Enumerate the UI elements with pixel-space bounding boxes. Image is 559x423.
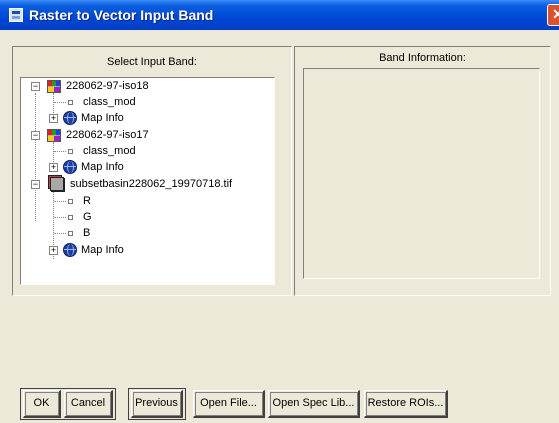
tree-line <box>35 93 37 221</box>
tree-node-label: Map Info <box>81 161 124 173</box>
tree-node-label: Map Info <box>81 112 124 124</box>
tree-line <box>53 93 55 115</box>
multiband-image-icon <box>47 80 61 93</box>
tree-line <box>54 233 66 235</box>
tree-line <box>53 142 55 164</box>
expand-icon[interactable]: + <box>49 246 58 255</box>
tree-node-label: class_mod <box>83 145 136 157</box>
title-bar[interactable]: Raster to Vector Input Band ✕ <box>0 0 559 30</box>
tree-node-label: G <box>83 211 92 223</box>
tree-node-label: R <box>83 195 91 207</box>
tree-line <box>54 201 66 203</box>
collapse-icon[interactable]: − <box>31 82 40 91</box>
open-file-button[interactable]: Open File... <box>193 390 265 418</box>
band-icon <box>68 199 73 204</box>
band-icon <box>68 231 73 236</box>
raster-stack-icon <box>48 175 65 192</box>
expand-icon[interactable]: + <box>49 163 58 172</box>
tree-node-label: 228062-97-iso18 <box>66 80 149 92</box>
band-information-area <box>303 68 540 279</box>
tree-line <box>54 102 66 104</box>
collapse-icon[interactable]: − <box>31 180 40 189</box>
band-information-label: Band Information: <box>379 52 466 64</box>
band-tree[interactable]: − 228062-97-iso18 class_mod + Map Info −… <box>20 77 275 285</box>
globe-icon <box>63 243 77 257</box>
tree-line <box>54 217 66 219</box>
band-icon <box>68 149 73 154</box>
app-icon <box>9 8 23 22</box>
globe-icon <box>63 111 77 125</box>
tree-node-label: Map Info <box>81 244 124 256</box>
open-spec-lib-button[interactable]: Open Spec Lib... <box>268 390 360 418</box>
previous-button[interactable]: Previous <box>131 390 183 418</box>
band-information-panel: Band Information: <box>294 46 551 296</box>
dialog-window: Raster to Vector Input Band ✕ Select Inp… <box>0 0 559 423</box>
expand-icon[interactable]: + <box>49 114 58 123</box>
tree-node-label: class_mod <box>83 96 136 108</box>
close-icon: ✕ <box>552 6 559 22</box>
band-icon <box>68 100 73 105</box>
close-button[interactable]: ✕ <box>547 4 559 26</box>
tree-node-label: 228062-97-iso17 <box>66 129 149 141</box>
select-input-band-label: Select Input Band: <box>107 56 197 68</box>
restore-rois-button[interactable]: Restore ROIs... <box>364 390 448 418</box>
band-icon <box>68 215 73 220</box>
globe-icon <box>63 160 77 174</box>
collapse-icon[interactable]: − <box>31 131 40 140</box>
window-title: Raster to Vector Input Band <box>29 7 214 23</box>
tree-node-label: subsetbasin228062_19970718.tif <box>70 178 233 190</box>
tree-node-label: B <box>83 227 91 239</box>
tree-line <box>54 151 66 153</box>
select-input-band-panel: Select Input Band: − 228062-97-iso18 cla… <box>12 46 292 296</box>
ok-button[interactable]: OK <box>23 390 61 418</box>
multiband-image-icon <box>47 129 61 142</box>
cancel-button[interactable]: Cancel <box>64 390 113 418</box>
